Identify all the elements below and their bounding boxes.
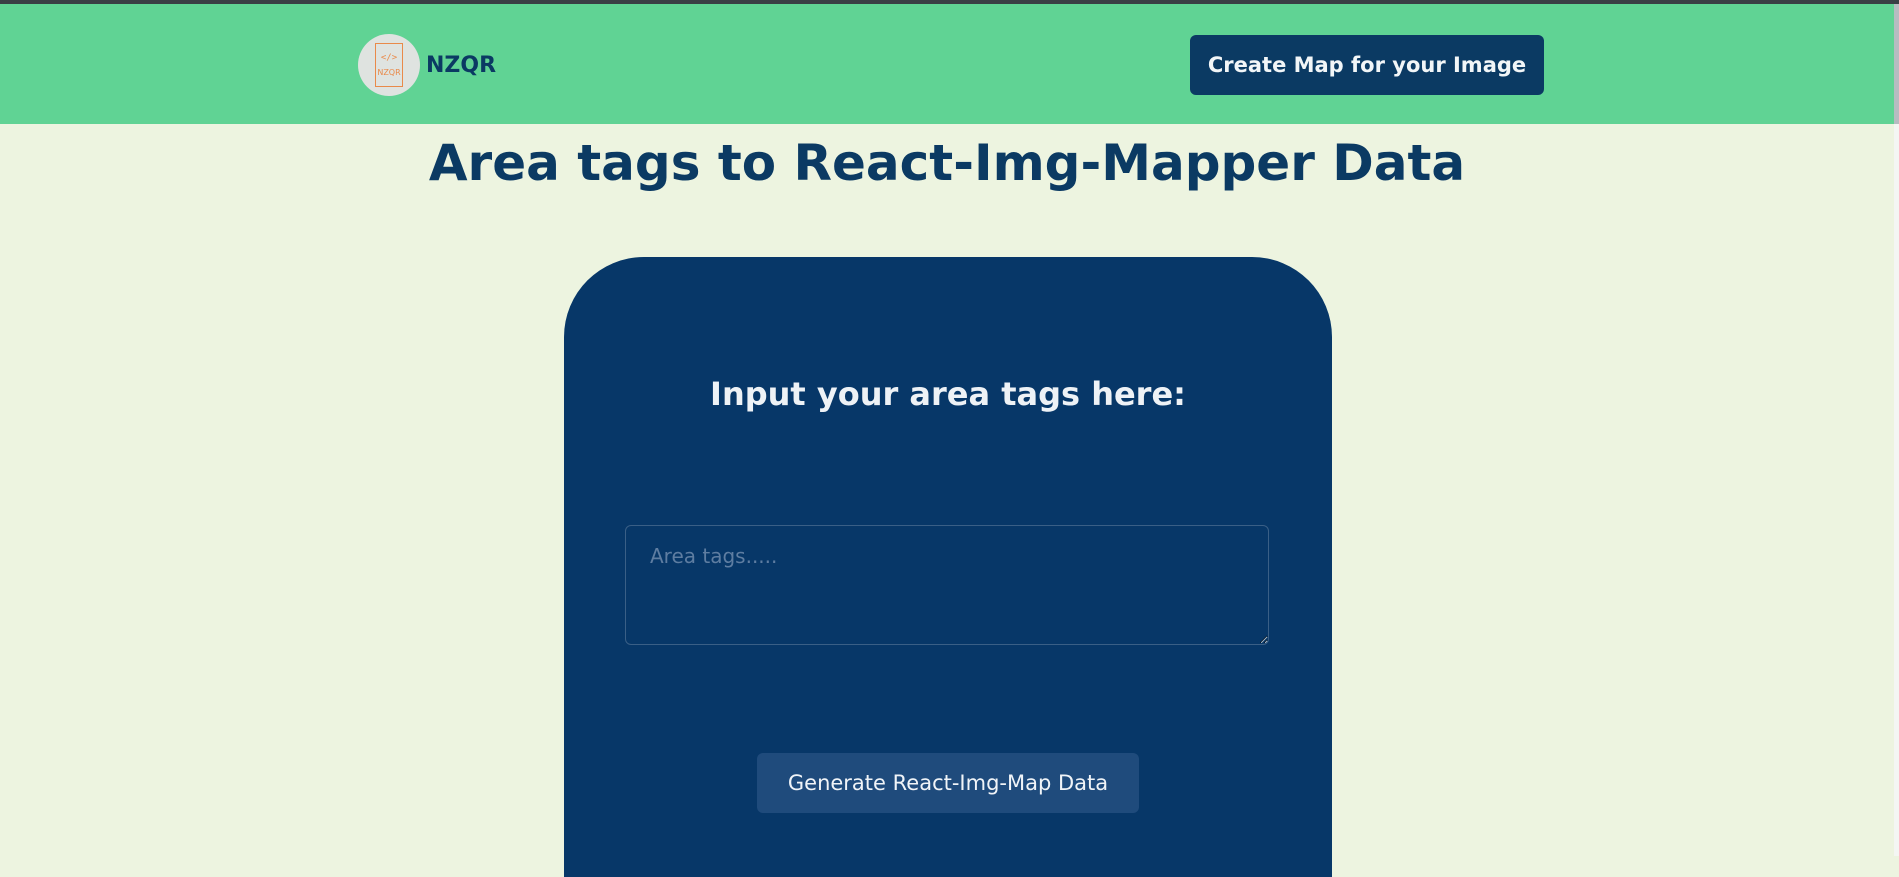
- logo-code-glyph: </>: [380, 52, 398, 63]
- logo-text: NZQR: [377, 67, 401, 77]
- scrollbar-thumb[interactable]: [1894, 4, 1899, 124]
- page-title: Area tags to React-Img-Mapper Data: [428, 134, 1466, 192]
- scrollbar[interactable]: [1894, 4, 1899, 856]
- create-map-button[interactable]: Create Map for your Image: [1190, 35, 1544, 95]
- input-card: Input your area tags here: Generate Reac…: [564, 257, 1332, 877]
- logo: </> NZQR: [358, 34, 420, 96]
- generate-data-button[interactable]: Generate React-Img-Map Data: [757, 753, 1139, 813]
- area-tags-input[interactable]: [625, 525, 1269, 645]
- code-file-icon: </> NZQR: [375, 43, 403, 87]
- brand[interactable]: </> NZQR NZQR: [358, 34, 496, 96]
- card-heading: Input your area tags here:: [710, 375, 1186, 413]
- brand-name: NZQR: [426, 52, 497, 78]
- navbar: </> NZQR NZQR Create Map for your Image: [0, 4, 1894, 124]
